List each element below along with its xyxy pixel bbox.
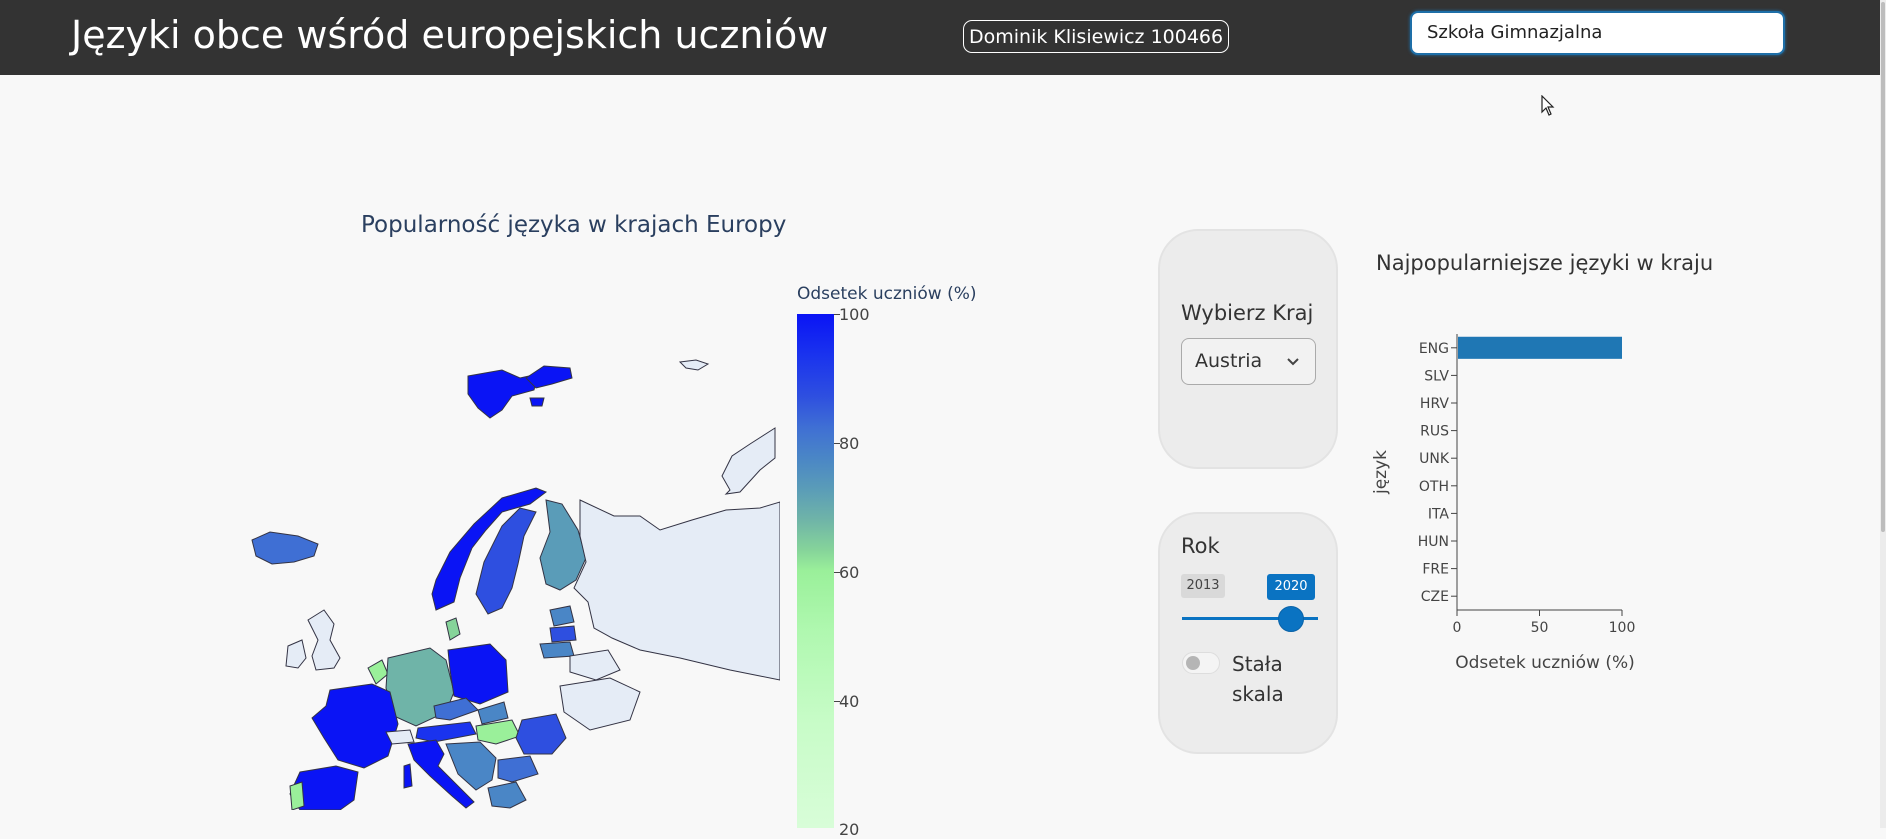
country-panel: Wybierz Kraj Austria <box>1158 229 1338 469</box>
colorbar-label: 60 <box>839 563 860 582</box>
y-tick-label: HRV <box>1420 396 1449 412</box>
colorbar-title: Odsetek uczniów (%) <box>797 284 977 304</box>
country-dropdown-value: Austria <box>1195 350 1263 372</box>
mouse-cursor-icon <box>1541 95 1555 116</box>
toggle-knob <box>1186 656 1200 670</box>
author-badge: Dominik Klisiewicz 100466 <box>963 20 1230 53</box>
colorbar-label: 20 <box>839 820 860 839</box>
y-tick-label: OTH <box>1419 479 1449 495</box>
europe-choropleth-map[interactable] <box>240 340 780 810</box>
x-tick-label: 50 <box>1531 620 1549 636</box>
year-slider-value-label: 2020 <box>1267 574 1315 600</box>
y-tick-label: ENG <box>1419 341 1449 357</box>
year-panel: Rok 2013 2020 Stała skala <box>1158 512 1338 754</box>
x-axis-title: Odsetek uczniów (%) <box>1455 653 1635 673</box>
fixed-scale-label-text: Stała skala <box>1232 652 1284 706</box>
colorbar-label: 40 <box>839 692 860 711</box>
x-tick-label: 0 <box>1453 620 1462 636</box>
y-tick-label: HUN <box>1418 534 1449 550</box>
chevron-down-icon <box>1287 358 1299 366</box>
y-tick-label: FRE <box>1422 562 1449 578</box>
y-tick-label: ITA <box>1428 506 1450 522</box>
fixed-scale-label: Stała skala <box>1232 649 1302 709</box>
school-type-select[interactable]: Szkoła Gimnazjalna <box>1410 11 1785 55</box>
scrollbar-thumb[interactable] <box>1881 2 1885 532</box>
country-label: Wybierz Kraj <box>1181 301 1314 325</box>
y-tick-label: CZE <box>1421 589 1449 605</box>
y-axis-title: język <box>1371 450 1391 495</box>
colorbar <box>797 314 834 828</box>
bar-eng[interactable] <box>1458 336 1622 359</box>
app-title: Języki obce wśród europejskich uczniów <box>71 13 829 57</box>
fixed-scale-toggle[interactable] <box>1182 652 1220 674</box>
bar-chart-title: Najpopularniejsze języki w kraju <box>1376 251 1714 275</box>
colorbar-label: 80 <box>839 434 860 453</box>
colorbar-label: 100 <box>839 305 870 324</box>
page-scrollbar[interactable] <box>1880 0 1886 828</box>
map-title: Popularność języka w krajach Europy <box>361 212 787 238</box>
language-bar-chart[interactable]: język Odsetek uczniów (%) ENG SLV HRV RUS UN… <box>1360 320 1680 680</box>
year-slider-min-label: 2013 <box>1181 574 1225 598</box>
x-tick-label: 100 <box>1609 620 1636 636</box>
y-tick-label: SLV <box>1424 368 1449 384</box>
y-tick-label: RUS <box>1420 424 1449 440</box>
y-tick-label: UNK <box>1419 451 1450 467</box>
year-label: Rok <box>1181 534 1220 558</box>
year-slider-handle[interactable] <box>1278 606 1304 632</box>
country-dropdown[interactable]: Austria <box>1181 338 1316 385</box>
header-bar: Języki obce wśród europejskich uczniów D… <box>0 0 1880 75</box>
